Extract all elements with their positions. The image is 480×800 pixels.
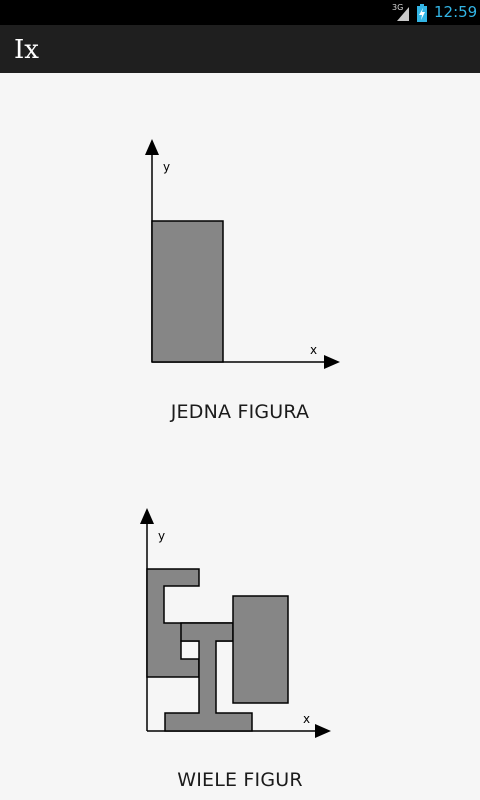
- x-axis-arrow: [324, 355, 340, 369]
- single-rectangle-shape: [151, 220, 224, 363]
- single-figure-label: JEDNA FIGURA: [170, 401, 310, 423]
- y-axis-label: y: [158, 529, 165, 543]
- app-title: Ix: [14, 35, 39, 65]
- multiple-figures-label: WIELE FIGUR: [177, 769, 303, 791]
- battery-charging-icon: [417, 4, 427, 22]
- y-axis-arrow: [140, 508, 154, 524]
- status-time: 12:59: [434, 3, 478, 21]
- status-bar: 3G 12:59: [0, 0, 480, 25]
- y-axis-arrow: [145, 139, 159, 155]
- action-bar: [0, 25, 480, 73]
- rectangle-figure: [232, 595, 289, 704]
- single-figure-diagram: y x: [145, 139, 340, 369]
- multiple-figures-diagram: y x: [140, 508, 331, 738]
- single-figure-option[interactable]: y x JEDNA FIGURA: [0, 133, 480, 493]
- main-content: y x JEDNA FIGURA y x WIELE FIGUR: [0, 73, 480, 800]
- multiple-figures-option[interactable]: y x WIELE FIGUR: [0, 503, 480, 800]
- y-axis-label: y: [163, 160, 170, 174]
- x-axis-label: x: [310, 343, 317, 357]
- x-axis-arrow: [315, 724, 331, 738]
- x-axis-label: x: [303, 712, 310, 726]
- signal-icon: [397, 7, 409, 21]
